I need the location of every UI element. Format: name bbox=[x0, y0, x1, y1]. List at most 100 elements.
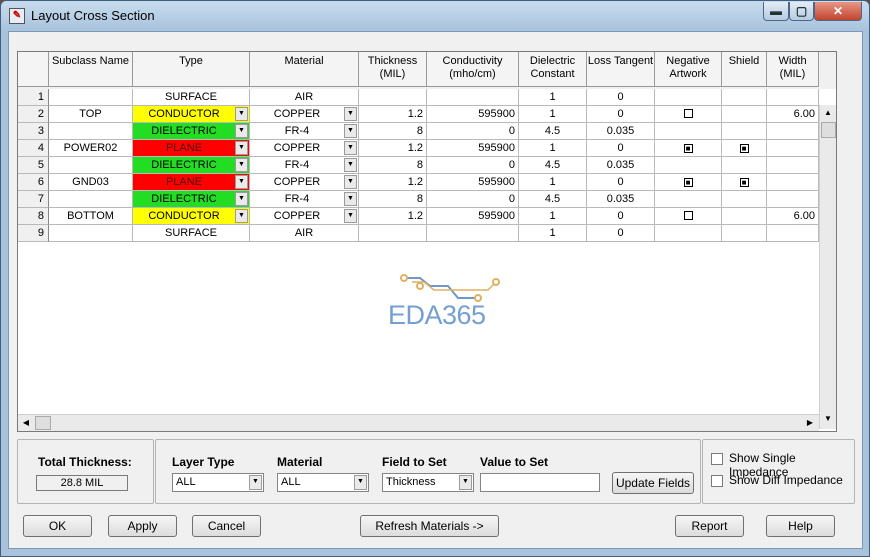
shield-cell[interactable] bbox=[722, 123, 767, 140]
shield-cell[interactable] bbox=[722, 89, 767, 106]
subclass-cell[interactable]: BOTTOM bbox=[49, 208, 133, 225]
thickness-cell[interactable]: 8 bbox=[359, 157, 427, 174]
type-cell[interactable]: DIELECTRIC ▼ bbox=[133, 123, 250, 140]
help-button[interactable]: Help bbox=[766, 515, 835, 537]
minimize-button[interactable]: ▬ bbox=[763, 2, 789, 21]
title-bar[interactable]: ✎ Layout Cross Section ▬ ▢ ✕ bbox=[1, 1, 869, 31]
subclass-cell[interactable] bbox=[49, 225, 133, 242]
shield-cell[interactable] bbox=[722, 225, 767, 242]
chevron-down-icon[interactable]: ▼ bbox=[235, 192, 248, 206]
width-cell[interactable] bbox=[767, 174, 819, 191]
material-cell[interactable]: COPPER ▼ bbox=[250, 140, 359, 157]
negative-artwork-cell[interactable]: ■ bbox=[655, 140, 722, 157]
conductivity-cell[interactable]: 0 bbox=[427, 191, 519, 208]
loss-tangent-cell[interactable]: 0.035 bbox=[587, 191, 655, 208]
close-button[interactable]: ✕ bbox=[814, 2, 862, 21]
dielectric-constant-cell[interactable]: 4.5 bbox=[519, 191, 587, 208]
type-cell[interactable]: DIELECTRIC ▼ bbox=[133, 191, 250, 208]
maximize-button[interactable]: ▢ bbox=[789, 2, 814, 21]
vertical-scrollbar[interactable]: ▲ ▼ bbox=[819, 105, 836, 429]
width-cell[interactable] bbox=[767, 123, 819, 140]
material-cell[interactable]: FR-4 ▼ bbox=[250, 191, 359, 208]
thickness-cell[interactable]: 1.2 bbox=[359, 174, 427, 191]
conductivity-cell[interactable]: 595900 bbox=[427, 174, 519, 191]
subclass-cell[interactable]: POWER02 bbox=[49, 140, 133, 157]
chevron-down-icon[interactable]: ▼ bbox=[344, 124, 357, 138]
thickness-cell[interactable]: 8 bbox=[359, 123, 427, 140]
type-cell[interactable]: PLANE ▼ bbox=[133, 174, 250, 191]
loss-tangent-cell[interactable]: 0 bbox=[587, 106, 655, 123]
subclass-cell[interactable] bbox=[49, 123, 133, 140]
cancel-button[interactable]: Cancel bbox=[192, 515, 261, 537]
chevron-down-icon[interactable]: ▼ bbox=[344, 192, 357, 206]
shield-cell[interactable]: ■ bbox=[722, 140, 767, 157]
column-header-neg[interactable]: Negative Artwork bbox=[655, 52, 722, 87]
loss-tangent-cell[interactable]: 0.035 bbox=[587, 157, 655, 174]
dielectric-constant-cell[interactable]: 1 bbox=[519, 208, 587, 225]
conductivity-cell[interactable] bbox=[427, 225, 519, 242]
width-cell[interactable] bbox=[767, 191, 819, 208]
material-cell[interactable]: COPPER ▼ bbox=[250, 106, 359, 123]
chevron-down-icon[interactable]: ▼ bbox=[344, 209, 357, 223]
thickness-cell[interactable]: 1.2 bbox=[359, 140, 427, 157]
subclass-cell[interactable]: GND03 bbox=[49, 174, 133, 191]
show-diff-impedance-checkbox[interactable] bbox=[711, 475, 723, 487]
apply-button[interactable]: Apply bbox=[108, 515, 177, 537]
dielectric-constant-cell[interactable]: 4.5 bbox=[519, 157, 587, 174]
negative-artwork-cell[interactable] bbox=[655, 123, 722, 140]
scroll-up-arrow-icon[interactable]: ▲ bbox=[820, 105, 836, 121]
material-cell[interactable]: AIR bbox=[250, 225, 359, 242]
thickness-cell[interactable]: 1.2 bbox=[359, 208, 427, 225]
column-header-loss[interactable]: Loss Tangent bbox=[587, 52, 655, 87]
conductivity-cell[interactable]: 595900 bbox=[427, 140, 519, 157]
layer-type-select[interactable]: ALL ▼ bbox=[172, 473, 264, 492]
column-header-type[interactable]: Type bbox=[133, 52, 250, 87]
type-cell[interactable]: CONDUCTOR ▼ bbox=[133, 208, 250, 225]
negative-artwork-checkbox[interactable]: ■ bbox=[683, 144, 693, 153]
material-cell[interactable]: FR-4 ▼ bbox=[250, 123, 359, 140]
conductivity-cell[interactable]: 595900 bbox=[427, 106, 519, 123]
material-cell[interactable]: COPPER ▼ bbox=[250, 208, 359, 225]
thickness-cell[interactable] bbox=[359, 89, 427, 106]
thickness-cell[interactable]: 8 bbox=[359, 191, 427, 208]
report-button[interactable]: Report bbox=[675, 515, 744, 537]
width-cell[interactable]: 6.00 bbox=[767, 208, 819, 225]
chevron-down-icon[interactable]: ▼ bbox=[235, 107, 248, 121]
column-header-material[interactable]: Material bbox=[250, 52, 359, 87]
chevron-down-icon[interactable]: ▼ bbox=[459, 475, 472, 490]
scroll-right-arrow-icon[interactable]: ▶ bbox=[802, 415, 818, 431]
material-cell[interactable]: AIR bbox=[250, 89, 359, 106]
negative-artwork-cell[interactable] bbox=[655, 89, 722, 106]
refresh-materials-button[interactable]: Refresh Materials -> bbox=[360, 515, 499, 537]
negative-artwork-cell[interactable] bbox=[655, 208, 722, 225]
column-header-conductivity[interactable]: Conductivity (mho/cm) bbox=[427, 52, 519, 87]
column-header-width[interactable]: Width (MIL) bbox=[767, 52, 819, 87]
type-cell[interactable]: PLANE ▼ bbox=[133, 140, 250, 157]
shield-cell[interactable] bbox=[722, 191, 767, 208]
dielectric-constant-cell[interactable]: 1 bbox=[519, 106, 587, 123]
width-cell[interactable] bbox=[767, 89, 819, 106]
thickness-cell[interactable] bbox=[359, 225, 427, 242]
subclass-cell[interactable] bbox=[49, 157, 133, 174]
chevron-down-icon[interactable]: ▼ bbox=[344, 158, 357, 172]
show-single-impedance-checkbox[interactable] bbox=[711, 453, 723, 465]
shield-cell[interactable]: ■ bbox=[722, 174, 767, 191]
negative-artwork-checkbox[interactable] bbox=[683, 109, 693, 118]
subclass-cell[interactable] bbox=[49, 89, 133, 106]
chevron-down-icon[interactable]: ▼ bbox=[344, 141, 357, 155]
width-cell[interactable] bbox=[767, 225, 819, 242]
loss-tangent-cell[interactable]: 0 bbox=[587, 208, 655, 225]
loss-tangent-cell[interactable]: 0 bbox=[587, 140, 655, 157]
ok-button[interactable]: OK bbox=[23, 515, 92, 537]
column-header-subclass[interactable]: Subclass Name bbox=[49, 52, 133, 87]
chevron-down-icon[interactable]: ▼ bbox=[249, 475, 262, 490]
chevron-down-icon[interactable]: ▼ bbox=[235, 158, 248, 172]
shield-checkbox[interactable]: ■ bbox=[739, 178, 749, 187]
negative-artwork-cell[interactable] bbox=[655, 106, 722, 123]
update-fields-button[interactable]: Update Fields bbox=[612, 472, 694, 494]
negative-artwork-cell[interactable]: ■ bbox=[655, 174, 722, 191]
shield-checkbox[interactable]: ■ bbox=[739, 144, 749, 153]
loss-tangent-cell[interactable]: 0.035 bbox=[587, 123, 655, 140]
scroll-down-arrow-icon[interactable]: ▼ bbox=[820, 411, 836, 427]
negative-artwork-cell[interactable] bbox=[655, 191, 722, 208]
